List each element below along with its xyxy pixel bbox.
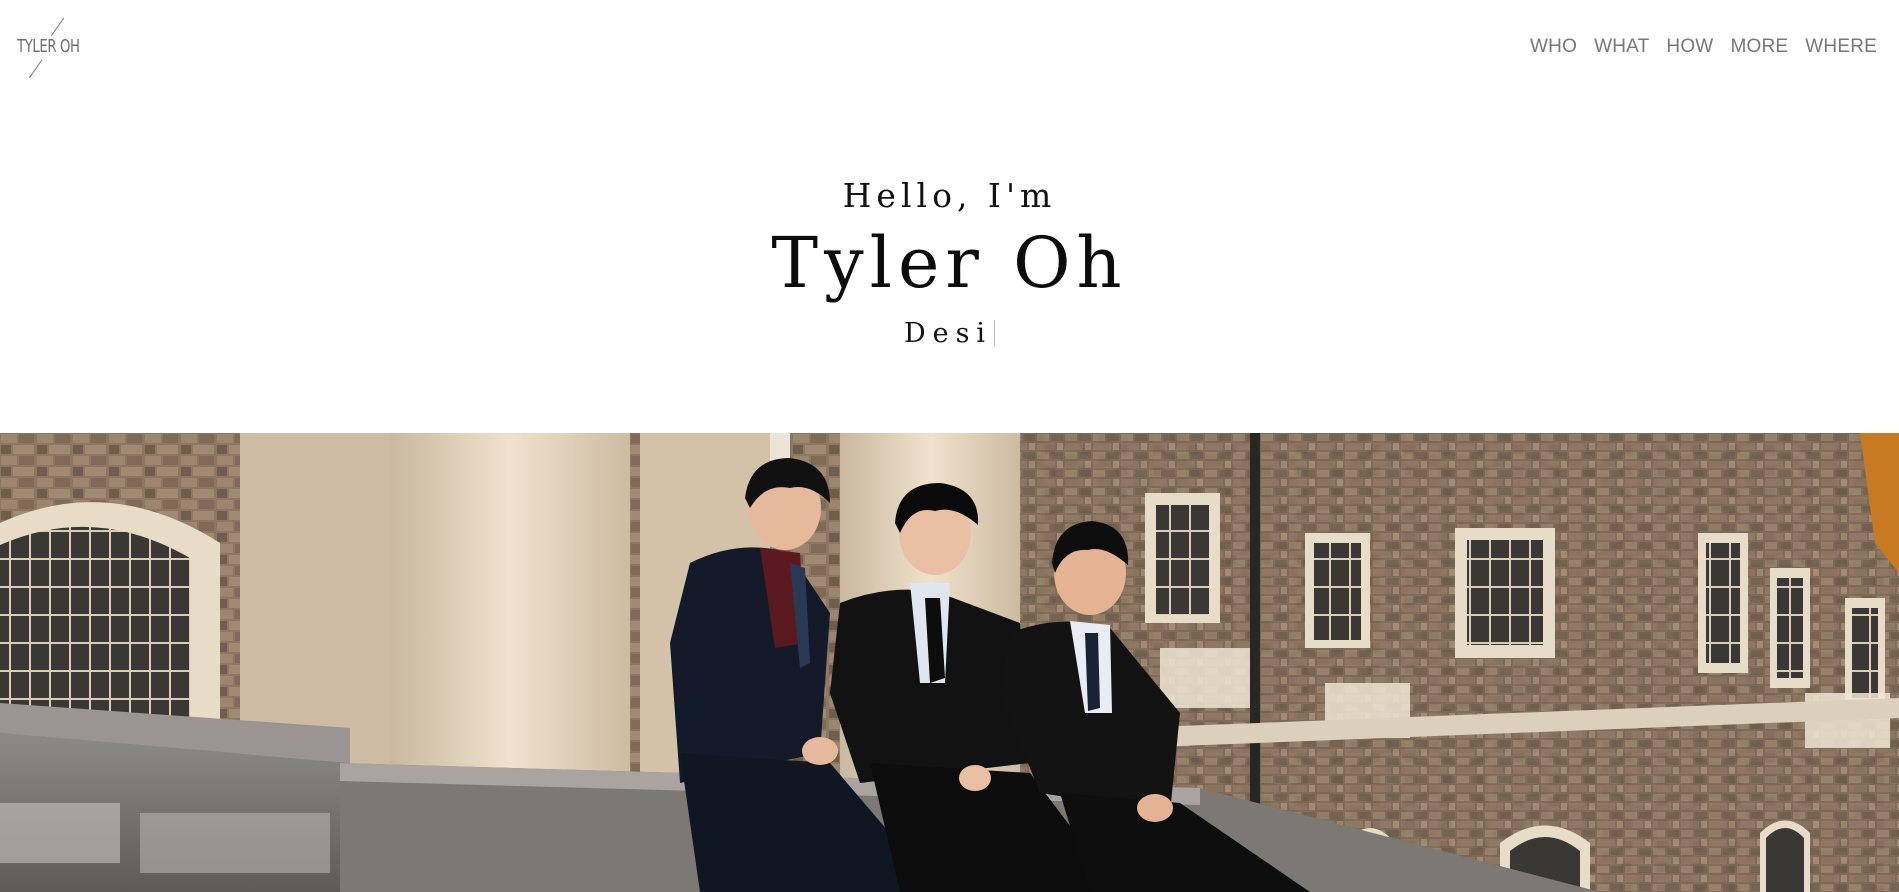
nav-more[interactable]: MORE [1730, 36, 1788, 58]
nav-what[interactable]: WHAT [1594, 36, 1649, 58]
site-header: TYLER OH WHO WHAT HOW MORE WHERE [0, 0, 1899, 96]
hero-photo [0, 433, 1899, 892]
nav-how[interactable]: HOW [1666, 36, 1713, 58]
hero-greeting: Hello, I'm [842, 176, 1057, 215]
hero-name: Tyler Oh [771, 222, 1128, 304]
nav-who[interactable]: WHO [1530, 36, 1577, 58]
logo-slash-top [50, 17, 65, 37]
logo-text: TYLER OH [17, 36, 80, 57]
nav-where[interactable]: WHERE [1805, 36, 1877, 58]
logo-slash-bottom [28, 59, 43, 79]
logo[interactable]: TYLER OH [14, 16, 94, 79]
hero-section: Hello, I'm Tyler Oh Desi [0, 96, 1899, 433]
typed-text: Desi [903, 318, 993, 349]
main-nav: WHO WHAT HOW MORE WHERE [1530, 36, 1877, 58]
typing-cursor [994, 320, 996, 346]
group-photo-image [0, 433, 1899, 892]
typed-role: Desi [0, 318, 1899, 349]
